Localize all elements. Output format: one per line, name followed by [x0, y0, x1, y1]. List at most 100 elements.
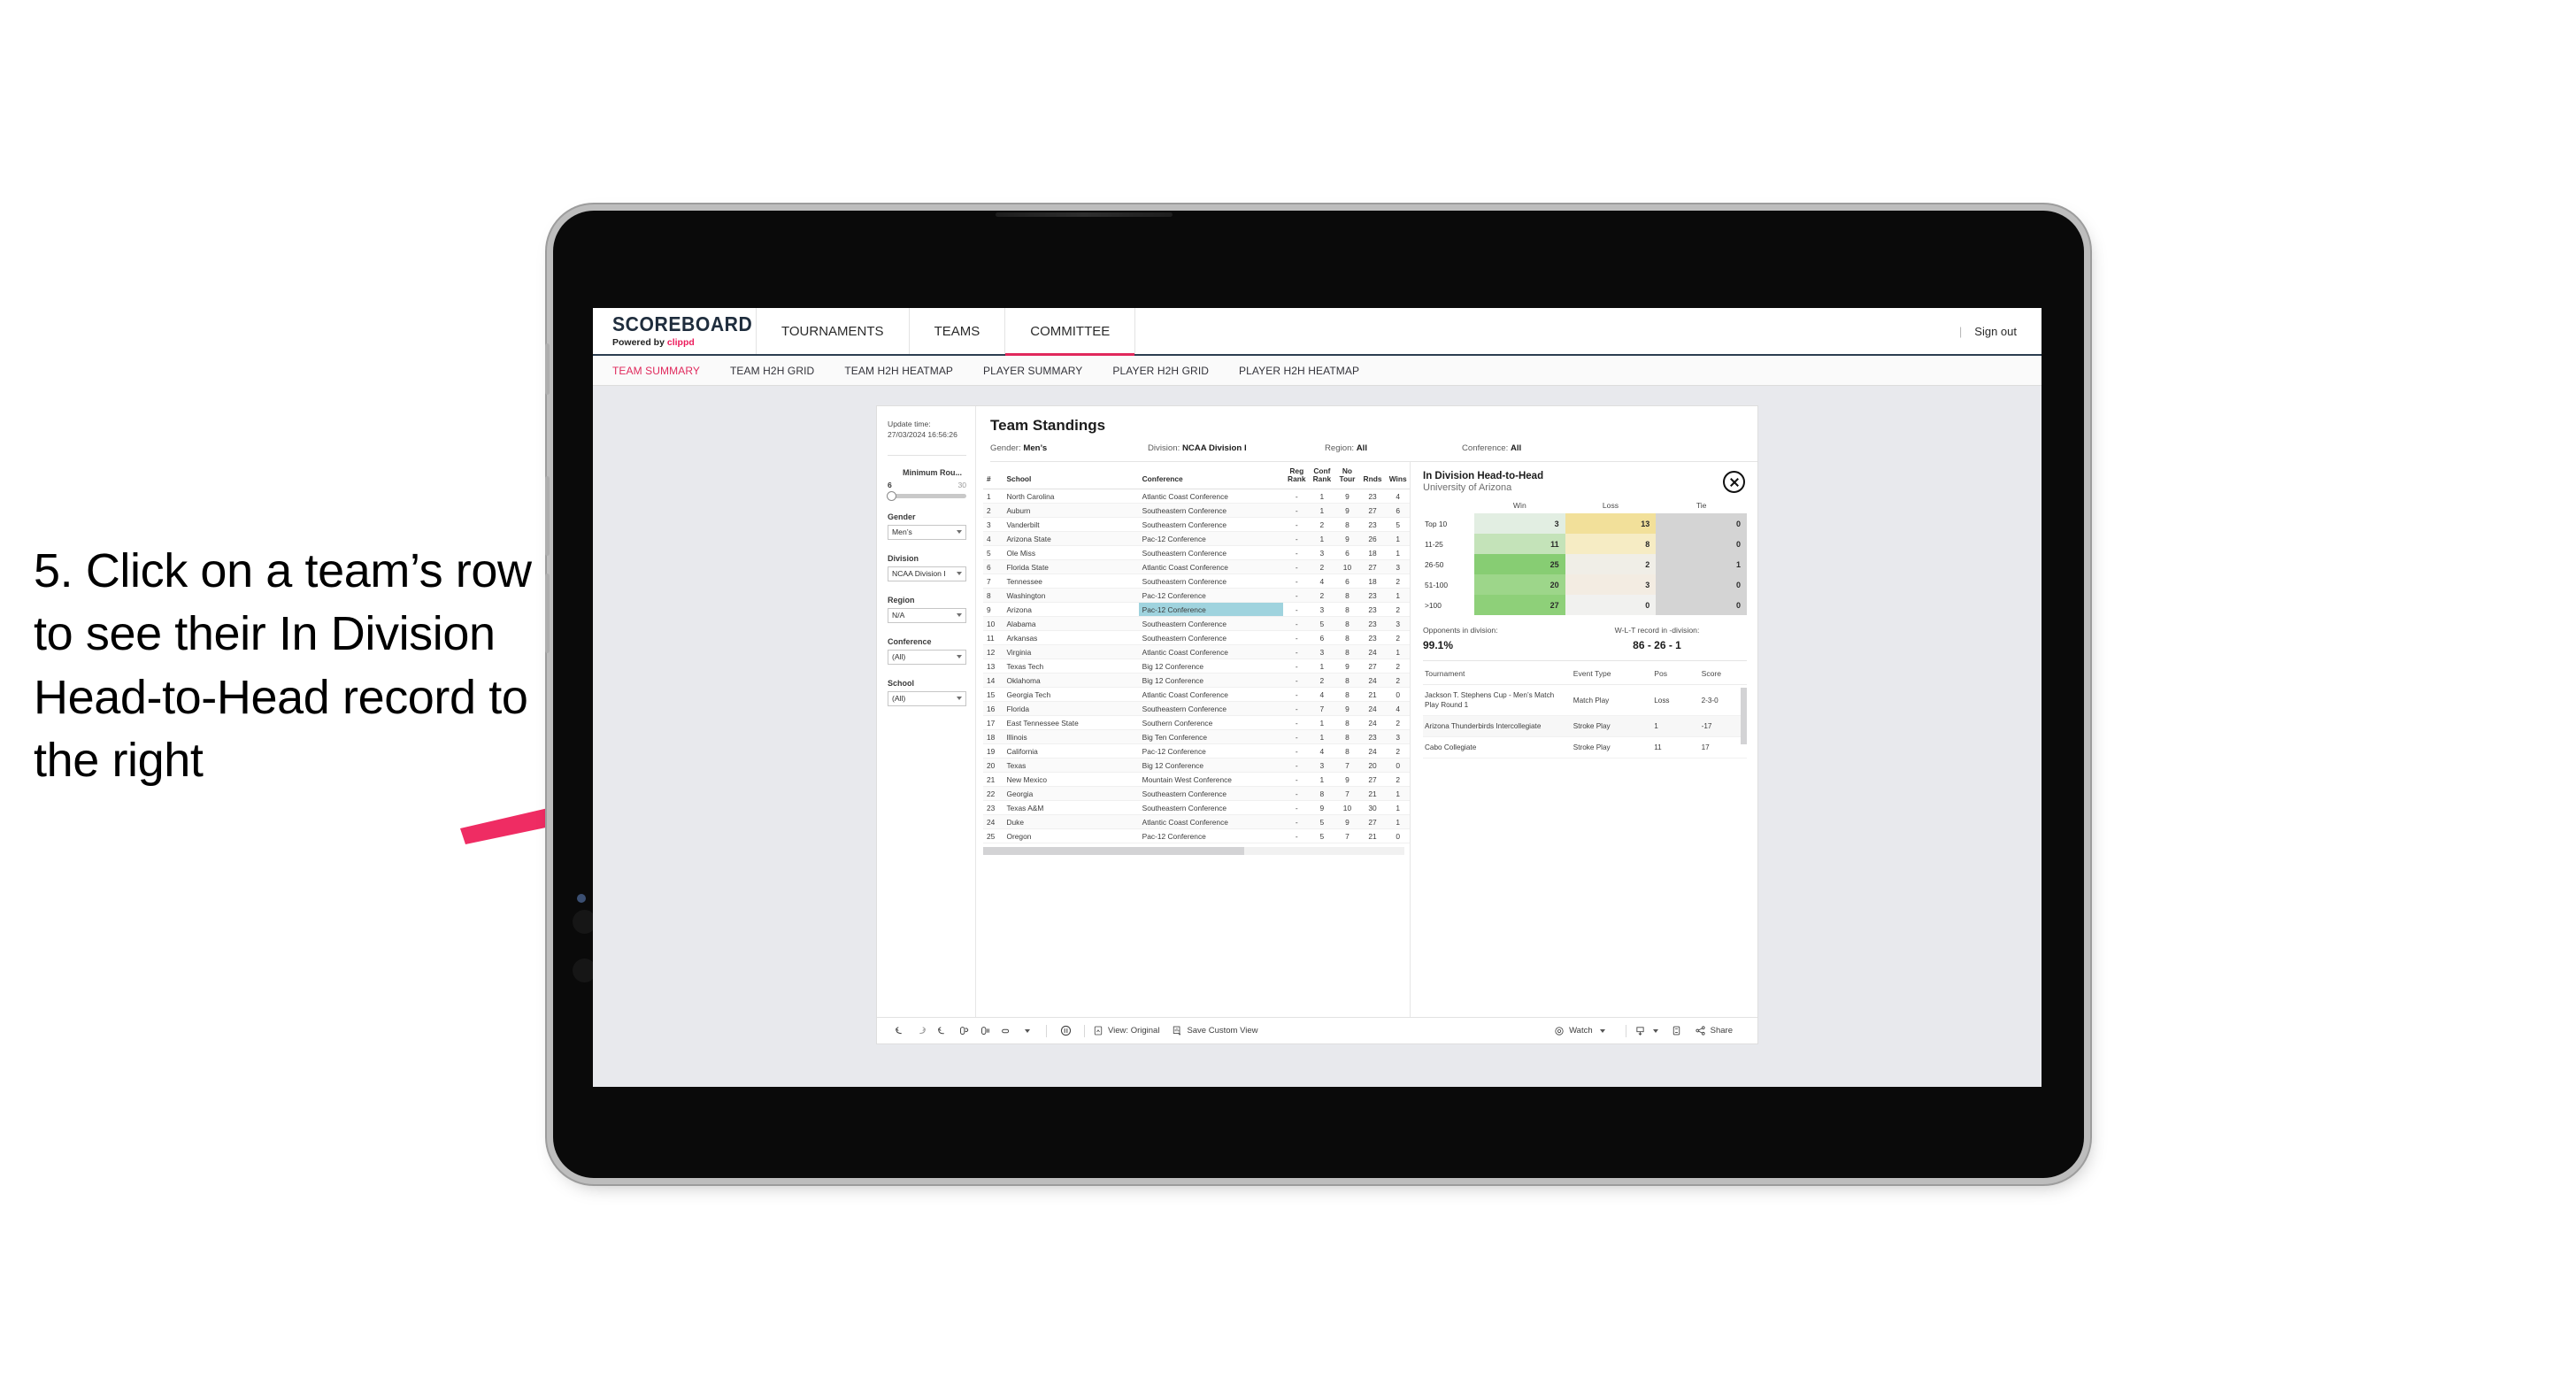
redo-icon[interactable] [911, 1021, 932, 1041]
view-original-button[interactable]: View: Original [1093, 1025, 1159, 1036]
refresh-icon[interactable] [953, 1021, 974, 1041]
sub-tab-player-h2h-grid[interactable]: PLAYER H2H GRID [1112, 365, 1209, 377]
h2h-row: 26-50 25 2 1 [1423, 554, 1747, 574]
table-row[interactable]: 3 Vanderbilt Southeastern Conference -2 8 23 5 [983, 517, 1410, 533]
h2h-cell-win[interactable]: 11 [1474, 534, 1565, 554]
table-row[interactable]: 25 Oregon Pac-12 Conference -5 7 21 0 [983, 828, 1410, 844]
col-event-type[interactable]: Event Type [1571, 663, 1653, 685]
table-row[interactable]: 24 Duke Atlantic Coast Conference -5 9 27 1 [983, 814, 1410, 830]
h2h-cell-tie[interactable]: 1 [1656, 554, 1747, 574]
school-select[interactable]: (All) [888, 690, 966, 706]
table-row[interactable]: 17 East Tennessee State Southern Conferenc… [983, 715, 1410, 731]
share-button[interactable]: Share [1695, 1025, 1733, 1036]
h2h-cell-tie[interactable]: 0 [1656, 574, 1747, 595]
col-conf-rank[interactable]: Conf Rank [1308, 462, 1334, 490]
table-row[interactable]: 7 Tennessee Southeastern Conference -4 6 18 2 [983, 574, 1410, 589]
col-conference[interactable]: Conference [1138, 462, 1283, 490]
table-row[interactable]: 18 Illinois Big Ten Conference -1 8 23 3 [983, 729, 1410, 745]
table-row[interactable]: 10 Alabama Southeastern Conference -5 8 23 3 [983, 616, 1410, 632]
col-wins[interactable]: Wins [1384, 462, 1410, 490]
col-school[interactable]: School [1003, 462, 1139, 490]
horizontal-scrollbar[interactable] [983, 847, 1404, 856]
undo-icon[interactable] [889, 1021, 911, 1041]
h2h-cell-loss[interactable]: 2 [1565, 554, 1657, 574]
revert-icon[interactable] [932, 1021, 953, 1041]
tournament-row[interactable]: Cabo Collegiate Stroke Play 11 17 [1423, 736, 1747, 759]
side-button-power[interactable] [545, 343, 550, 395]
table-row[interactable]: 2 Auburn Southeastern Conference -1 9 27 6 [983, 503, 1410, 519]
table-row[interactable]: 22 Georgia Southeastern Conference -8 7 21 1 [983, 786, 1410, 802]
h2h-cell-tie[interactable]: 0 [1656, 595, 1747, 615]
sub-tab-team-h2h-heatmap[interactable]: TEAM H2H HEATMAP [844, 365, 953, 377]
rank-cell: 24 [983, 814, 1003, 830]
table-row[interactable]: 11 Arkansas Southeastern Conference -6 8 23 2 [983, 630, 1410, 646]
save-custom-view-button[interactable]: Save Custom View [1172, 1025, 1258, 1036]
col-score[interactable]: Score [1699, 663, 1747, 685]
sign-out-link[interactable]: Sign out [1974, 325, 2017, 338]
table-row[interactable]: 13 Texas Tech Big 12 Conference -1 9 27 2 [983, 658, 1410, 674]
h2h-cell-loss[interactable]: 8 [1565, 534, 1657, 554]
sub-tab-team-summary[interactable]: TEAM SUMMARY [612, 365, 700, 377]
app-logo[interactable]: SCOREBOARD Powered by clippd [593, 308, 757, 354]
col-tournament[interactable]: Tournament [1423, 663, 1572, 685]
nav-tab-teams[interactable]: TEAMS [910, 308, 1006, 354]
sub-tab-player-h2h-heatmap[interactable]: PLAYER H2H HEATMAP [1239, 365, 1359, 377]
pause-icon[interactable] [974, 1021, 996, 1041]
side-button-volume-up[interactable] [545, 476, 550, 556]
gender-select[interactable]: Men’s [888, 524, 966, 540]
sub-tab-player-summary[interactable]: PLAYER SUMMARY [983, 365, 1082, 377]
col-reg-rank-line2: Rank [1288, 474, 1306, 484]
h2h-cell-win[interactable]: 20 [1474, 574, 1565, 595]
wins-cell: 1 [1384, 644, 1410, 660]
table-row[interactable]: 8 Washington Pac-12 Conference -2 8 23 1 [983, 588, 1410, 604]
close-icon[interactable] [1723, 471, 1745, 493]
h2h-cell-tie[interactable]: 0 [1656, 513, 1747, 534]
h2h-cell-win[interactable]: 27 [1474, 595, 1565, 615]
minimum-rounds-slider[interactable] [887, 490, 966, 501]
nav-tab-committee[interactable]: COMMITTEE [1005, 308, 1136, 356]
tournament-row[interactable]: Arizona Thunderbirds Intercollegiate Stro… [1423, 715, 1747, 738]
col-reg-rank[interactable]: Reg Rank [1283, 462, 1309, 490]
table-row[interactable]: 1 North Carolina Atlantic Coast Conference… [983, 489, 1410, 504]
scrollbar-thumb[interactable] [983, 847, 1245, 856]
table-row[interactable]: 20 Texas Big 12 Conference -3 7 20 0 [983, 758, 1410, 774]
table-row[interactable]: 5 Ole Miss Southeastern Conference -3 6 18 1 [983, 545, 1410, 561]
table-row[interactable]: 21 New Mexico Mountain West Conference -1 9 2… [983, 772, 1410, 788]
table-row[interactable]: 15 Georgia Tech Atlantic Coast Conference -… [983, 687, 1410, 703]
division-select[interactable]: NCAA Division I [888, 566, 966, 581]
h2h-cell-loss[interactable]: 3 [1565, 574, 1657, 595]
pos-cell: 1 [1652, 715, 1700, 738]
table-row[interactable]: 19 California Pac-12 Conference -4 8 24 2 [983, 743, 1410, 759]
watch-button[interactable]: Watch [1554, 1026, 1605, 1036]
fullscreen-button[interactable] [1671, 1025, 1682, 1036]
h2h-cell-loss[interactable]: 13 [1565, 513, 1657, 534]
table-row[interactable]: 12 Virginia Atlantic Coast Conference -3 8 24… [983, 644, 1410, 660]
shape-icon[interactable] [996, 1021, 1017, 1041]
table-row[interactable]: 23 Texas A&M Southeastern Conference -9 10 30… [983, 800, 1410, 816]
h2h-cell-tie[interactable]: 0 [1656, 534, 1747, 554]
table-row[interactable]: 4 Arizona State Pac-12 Conference -1 9 26 1 [983, 531, 1410, 547]
conf-rank-cell: 1 [1308, 772, 1334, 788]
sub-tab-team-h2h-grid[interactable]: TEAM H2H GRID [730, 365, 814, 377]
table-row[interactable]: 9 Arizona Pac-12 Conference -3 8 23 2 [983, 602, 1410, 618]
col-pos[interactable]: Pos [1652, 663, 1700, 685]
nav-tab-tournaments[interactable]: TOURNAMENTS [757, 308, 910, 354]
table-row[interactable]: 14 Oklahoma Big 12 Conference -2 8 24 2 [983, 673, 1410, 689]
side-button-volume-down[interactable] [545, 574, 550, 653]
col-rank[interactable]: # [983, 462, 1003, 490]
col-no-tour[interactable]: No Tour [1334, 462, 1359, 490]
col-rounds[interactable]: Rnds [1358, 462, 1385, 490]
conference-select[interactable]: (All) [888, 649, 966, 665]
h2h-cell-loss[interactable]: 0 [1565, 595, 1657, 615]
pause-playback-icon[interactable] [1055, 1021, 1076, 1041]
chevron-down-icon[interactable] [1017, 1021, 1038, 1041]
table-row[interactable]: 16 Florida Southeastern Conference -7 9 24 4 [983, 701, 1410, 717]
tournament-row[interactable]: Jackson T. Stephens Cup - Men’s Match Pl… [1423, 684, 1747, 717]
h2h-cell-win[interactable]: 25 [1474, 554, 1565, 574]
table-row[interactable]: 6 Florida State Atlantic Coast Conference -… [983, 559, 1410, 575]
h2h-cell-win[interactable]: 3 [1474, 513, 1565, 534]
download-button[interactable] [1634, 1025, 1658, 1036]
slider-handle[interactable] [887, 490, 896, 501]
region-select[interactable]: N/A [888, 607, 966, 623]
tournaments-scrollbar[interactable] [1741, 688, 1747, 744]
